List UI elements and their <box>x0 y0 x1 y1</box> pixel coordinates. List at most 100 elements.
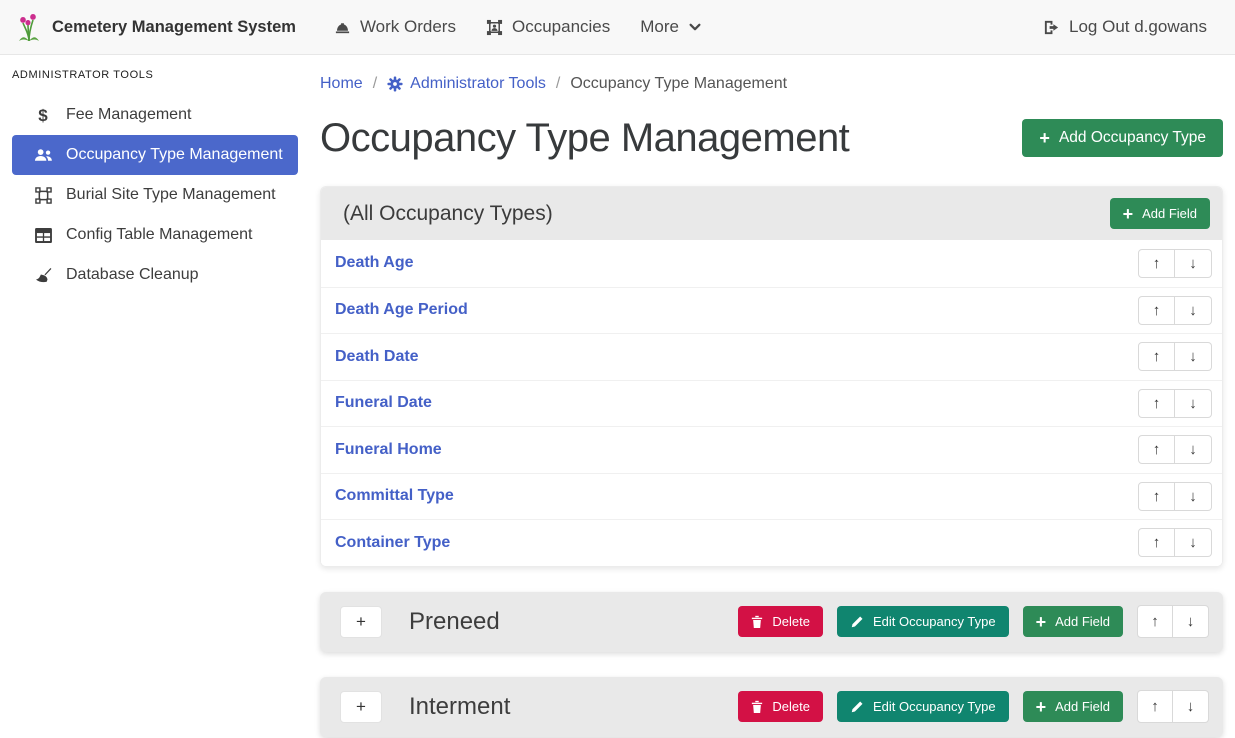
add-field-button[interactable]: + Add Field <box>1110 198 1210 229</box>
plus-icon: + <box>1036 700 1047 714</box>
sign-out-icon <box>1043 19 1060 36</box>
field-link-container-type[interactable]: Container Type <box>335 534 450 552</box>
move-down-button[interactable]: ↓ <box>1173 690 1209 723</box>
arrow-down-icon: ↓ <box>1189 348 1197 365</box>
main-nav: Work Orders Occupancies More <box>322 9 714 45</box>
arrow-down-icon: ↓ <box>1189 441 1197 458</box>
sidebar-item-label: Config Table Management <box>66 226 253 244</box>
top-navbar: Cemetery Management System Work Orders Oc… <box>0 0 1235 55</box>
field-row: Funeral Home ↑ ↓ <box>321 426 1222 473</box>
arrow-up-icon: ↑ <box>1153 488 1161 505</box>
move-up-button[interactable]: ↑ <box>1138 249 1175 278</box>
field-link-death-age-period[interactable]: Death Age Period <box>335 301 468 319</box>
users-icon <box>32 147 54 163</box>
reorder-buttons: ↑ ↓ <box>1137 605 1209 638</box>
nav-item-occupancies[interactable]: Occupancies <box>474 9 622 45</box>
move-down-button[interactable]: ↓ <box>1175 528 1212 557</box>
trash-icon <box>751 615 763 629</box>
move-down-button[interactable]: ↓ <box>1173 605 1209 638</box>
arrow-up-icon: ↑ <box>1153 302 1161 319</box>
delete-button[interactable]: Delete <box>738 691 823 722</box>
sidebar-item-label: Occupancy Type Management <box>66 146 283 164</box>
app-title: Cemetery Management System <box>52 18 296 37</box>
hard-hat-icon <box>334 19 351 36</box>
arrow-down-icon: ↓ <box>1189 255 1197 272</box>
arrow-up-icon: ↑ <box>1153 255 1161 272</box>
add-occupancy-type-button[interactable]: + Add Occupancy Type <box>1022 119 1223 157</box>
move-up-button[interactable]: ↑ <box>1138 342 1175 371</box>
field-link-committal-type[interactable]: Committal Type <box>335 487 454 505</box>
sidebar-item-label: Burial Site Type Management <box>66 186 276 204</box>
arrow-up-icon: ↑ <box>1153 441 1161 458</box>
move-up-button[interactable]: ↑ <box>1138 528 1175 557</box>
occupancy-frame-icon <box>486 19 503 36</box>
arrow-down-icon: ↓ <box>1189 395 1197 412</box>
delete-button[interactable]: Delete <box>738 606 823 637</box>
field-row: Death Age ↑ ↓ <box>321 240 1222 287</box>
plus-icon: + <box>356 612 366 631</box>
field-link-death-age[interactable]: Death Age <box>335 254 414 272</box>
field-link-death-date[interactable]: Death Date <box>335 348 419 366</box>
move-down-button[interactable]: ↓ <box>1175 389 1212 418</box>
move-up-button[interactable]: ↑ <box>1137 690 1173 723</box>
page-title: Occupancy Type Management <box>320 111 849 165</box>
edit-occupancy-type-button[interactable]: Edit Occupancy Type <box>837 606 1009 637</box>
reorder-buttons: ↑ ↓ <box>1137 690 1209 723</box>
breadcrumb-link-home[interactable]: Home <box>320 75 363 93</box>
plus-icon: + <box>1039 131 1050 145</box>
field-link-funeral-date[interactable]: Funeral Date <box>335 394 432 412</box>
app-brand[interactable]: Cemetery Management System <box>16 12 296 42</box>
expand-button[interactable]: + <box>340 606 382 638</box>
nav-item-label: More <box>640 17 679 37</box>
move-down-button[interactable]: ↓ <box>1175 249 1212 278</box>
sidebar-item-config-table-management[interactable]: Config Table Management <box>12 215 298 255</box>
gear-icon <box>387 76 403 92</box>
reorder-buttons: ↑ ↓ <box>1138 389 1212 418</box>
occupancy-type-section-preneed: + Preneed Delete Edit Occupancy Type + A… <box>320 592 1223 652</box>
nav-item-more[interactable]: More <box>628 9 714 45</box>
add-field-label: Add Field <box>1142 206 1197 221</box>
sidebar-item-fee-management[interactable]: $ Fee Management <box>12 95 298 135</box>
add-field-button[interactable]: + Add Field <box>1023 606 1123 637</box>
all-occupancy-types-card: (All Occupancy Types) + Add Field Death … <box>320 186 1223 567</box>
sidebar-item-occupancy-type-management[interactable]: Occupancy Type Management <box>12 135 298 175</box>
field-link-funeral-home[interactable]: Funeral Home <box>335 441 442 459</box>
field-row: Death Date ↑ ↓ <box>321 333 1222 380</box>
move-down-button[interactable]: ↓ <box>1175 435 1212 464</box>
nav-item-label: Occupancies <box>512 17 610 37</box>
reorder-buttons: ↑ ↓ <box>1138 342 1212 371</box>
edit-occupancy-type-button[interactable]: Edit Occupancy Type <box>837 691 1009 722</box>
pencil-icon <box>850 700 864 714</box>
dollar-icon: $ <box>32 107 54 124</box>
move-up-button[interactable]: ↑ <box>1138 389 1175 418</box>
move-up-button[interactable]: ↑ <box>1138 482 1175 511</box>
move-down-button[interactable]: ↓ <box>1175 482 1212 511</box>
add-occupancy-type-label: Add Occupancy Type <box>1059 129 1206 147</box>
move-down-button[interactable]: ↓ <box>1175 342 1212 371</box>
logout-button[interactable]: Log Out d.gowans <box>1031 9 1219 45</box>
move-up-button[interactable]: ↑ <box>1138 296 1175 325</box>
move-up-button[interactable]: ↑ <box>1137 605 1173 638</box>
arrow-up-icon: ↑ <box>1153 534 1161 551</box>
card-title: (All Occupancy Types) <box>343 202 553 226</box>
arrow-up-icon: ↑ <box>1151 698 1159 715</box>
nav-item-work-orders[interactable]: Work Orders <box>322 9 468 45</box>
reorder-buttons: ↑ ↓ <box>1138 249 1212 278</box>
section-title: Preneed <box>396 608 724 636</box>
breadcrumb-link-administrator-tools[interactable]: Administrator Tools <box>387 75 546 93</box>
sidebar-item-database-cleanup[interactable]: Database Cleanup <box>12 255 298 295</box>
expand-button[interactable]: + <box>340 691 382 723</box>
arrow-up-icon: ↑ <box>1153 395 1161 412</box>
section-title: Interment <box>396 693 724 721</box>
admin-sidebar: ADMINISTRATOR TOOLS $ Fee Management Occ… <box>0 55 310 738</box>
breadcrumb-separator: / <box>373 75 377 93</box>
move-down-button[interactable]: ↓ <box>1175 296 1212 325</box>
sidebar-item-burial-site-type-management[interactable]: Burial Site Type Management <box>12 175 298 215</box>
move-up-button[interactable]: ↑ <box>1138 435 1175 464</box>
arrow-down-icon: ↓ <box>1189 302 1197 319</box>
add-field-button[interactable]: + Add Field <box>1023 691 1123 722</box>
occupancy-type-section-interment: + Interment Delete Edit Occupancy Type +… <box>320 677 1223 737</box>
plus-icon: + <box>1036 615 1047 629</box>
field-list: Death Age ↑ ↓ Death Age Period ↑ ↓ Death… <box>321 240 1222 566</box>
nav-item-label: Work Orders <box>360 17 456 37</box>
